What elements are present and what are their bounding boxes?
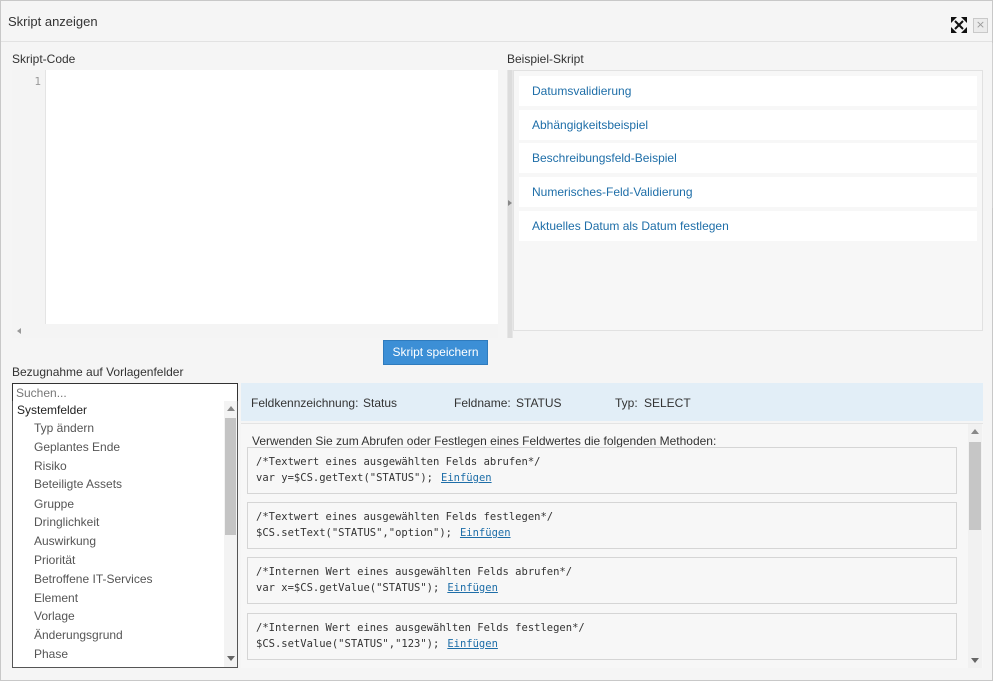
list-item[interactable]: Geplantes Ende [34, 440, 120, 454]
line-number: 1 [34, 75, 41, 88]
template-fields-label: Bezugnahme auf Vorlagenfelder [12, 365, 184, 379]
field-name-value: STATUS [516, 396, 562, 410]
example-item[interactable]: Beschreibungsfeld-Beispiel [519, 143, 977, 173]
scroll-up-icon[interactable] [971, 429, 979, 434]
save-script-button[interactable]: Skript speichern [383, 340, 488, 365]
list-item[interactable]: Gruppe [34, 497, 74, 511]
editor-horizontal-scrollbar[interactable] [12, 324, 498, 338]
methods-panel: Verwenden Sie zum Abrufen oder Festlegen… [241, 423, 983, 668]
field-id-value: Status [363, 396, 398, 410]
field-type-value: SELECT [644, 396, 691, 410]
collapse-arrow-icon[interactable] [508, 200, 512, 206]
list-item[interactable]: Priorität [34, 553, 75, 567]
code-comment: /*Internen Wert eines ausgewählten Felds… [256, 622, 585, 634]
scroll-left-icon[interactable] [17, 328, 21, 334]
methods-description: Verwenden Sie zum Abrufen oder Festlegen… [252, 434, 717, 448]
code-snippet: /*Textwert eines ausgewählten Felds fest… [247, 502, 957, 549]
list-item[interactable]: Vorlage [34, 609, 75, 623]
code-comment: /*Textwert eines ausgewählten Felds abru… [256, 456, 541, 468]
code-comment: /*Textwert eines ausgewählten Felds fest… [256, 511, 554, 523]
code-snippet: /*Textwert eines ausgewählten Felds abru… [247, 447, 957, 494]
list-item[interactable]: Auswirkung [34, 534, 96, 548]
list-item[interactable]: Änderungsgrund [34, 628, 123, 642]
field-group-header[interactable]: Systemfelder [17, 403, 87, 417]
list-item[interactable]: Dringlichkeit [34, 515, 99, 529]
list-item[interactable]: Risiko [34, 459, 67, 473]
scroll-down-icon[interactable] [227, 656, 235, 661]
field-type-label: Typ: [615, 396, 638, 410]
expand-arrows-icon[interactable] [951, 17, 967, 33]
field-name-label: Feldname: [454, 396, 511, 410]
code-editor[interactable]: 1 [12, 70, 498, 338]
dialog-title: Skript anzeigen [8, 14, 98, 29]
scroll-up-icon[interactable] [227, 406, 235, 411]
example-item[interactable]: Abhängigkeitsbeispiel [519, 110, 977, 140]
insert-link[interactable]: Einfügen [441, 472, 492, 484]
example-script-label: Beispiel-Skript [507, 52, 584, 66]
example-script-list: Datumsvalidierung Abhängigkeitsbeispiel … [513, 70, 983, 331]
scrollbar-thumb[interactable] [225, 418, 236, 535]
code-snippet: /*Internen Wert eines ausgewählten Felds… [247, 613, 957, 660]
list-item[interactable]: Element [34, 591, 78, 605]
code-line: var y=$CS.getText("STATUS"); [256, 472, 434, 484]
close-icon[interactable]: × [973, 18, 988, 33]
list-item[interactable]: Phase [34, 647, 68, 661]
list-item[interactable]: Beteiligte Assets [34, 477, 122, 491]
script-code-label: Skript-Code [12, 52, 76, 66]
code-comment: /*Internen Wert eines ausgewählten Felds… [256, 566, 573, 578]
list-item[interactable]: Betroffene IT-Services [34, 572, 153, 586]
methods-scrollbar[interactable] [968, 424, 982, 668]
field-list: Systemfelder Typ ändern Geplantes Ende R… [12, 401, 238, 668]
example-item[interactable]: Numerisches-Feld-Validierung [519, 177, 977, 207]
insert-link[interactable]: Einfügen [447, 582, 498, 594]
script-dialog: Skript anzeigen × Skript-Code 1 Beispiel… [0, 0, 993, 681]
dialog-titlebar[interactable]: Skript anzeigen × [1, 1, 992, 42]
code-line: $CS.setText("STATUS","option"); [256, 527, 452, 539]
code-line: $CS.setValue("STATUS","123"); [256, 638, 440, 650]
scrollbar-thumb[interactable] [969, 442, 981, 530]
field-id-label: Feldkennzeichnung: [251, 396, 359, 410]
field-info-bar: Feldkennzeichnung: Status Feldname: STAT… [241, 383, 983, 421]
insert-link[interactable]: Einfügen [460, 527, 511, 539]
code-snippet: /*Internen Wert eines ausgewählten Felds… [247, 557, 957, 604]
code-line: var x=$CS.getValue("STATUS"); [256, 582, 440, 594]
field-list-scrollbar[interactable] [224, 401, 237, 667]
insert-link[interactable]: Einfügen [447, 638, 498, 650]
list-item[interactable]: Typ ändern [34, 421, 94, 435]
field-search-input[interactable] [12, 383, 238, 402]
editor-gutter: 1 [12, 70, 46, 324]
example-item[interactable]: Datumsvalidierung [519, 76, 977, 106]
example-item[interactable]: Aktuelles Datum als Datum festlegen [519, 211, 977, 241]
scroll-down-icon[interactable] [971, 658, 979, 663]
